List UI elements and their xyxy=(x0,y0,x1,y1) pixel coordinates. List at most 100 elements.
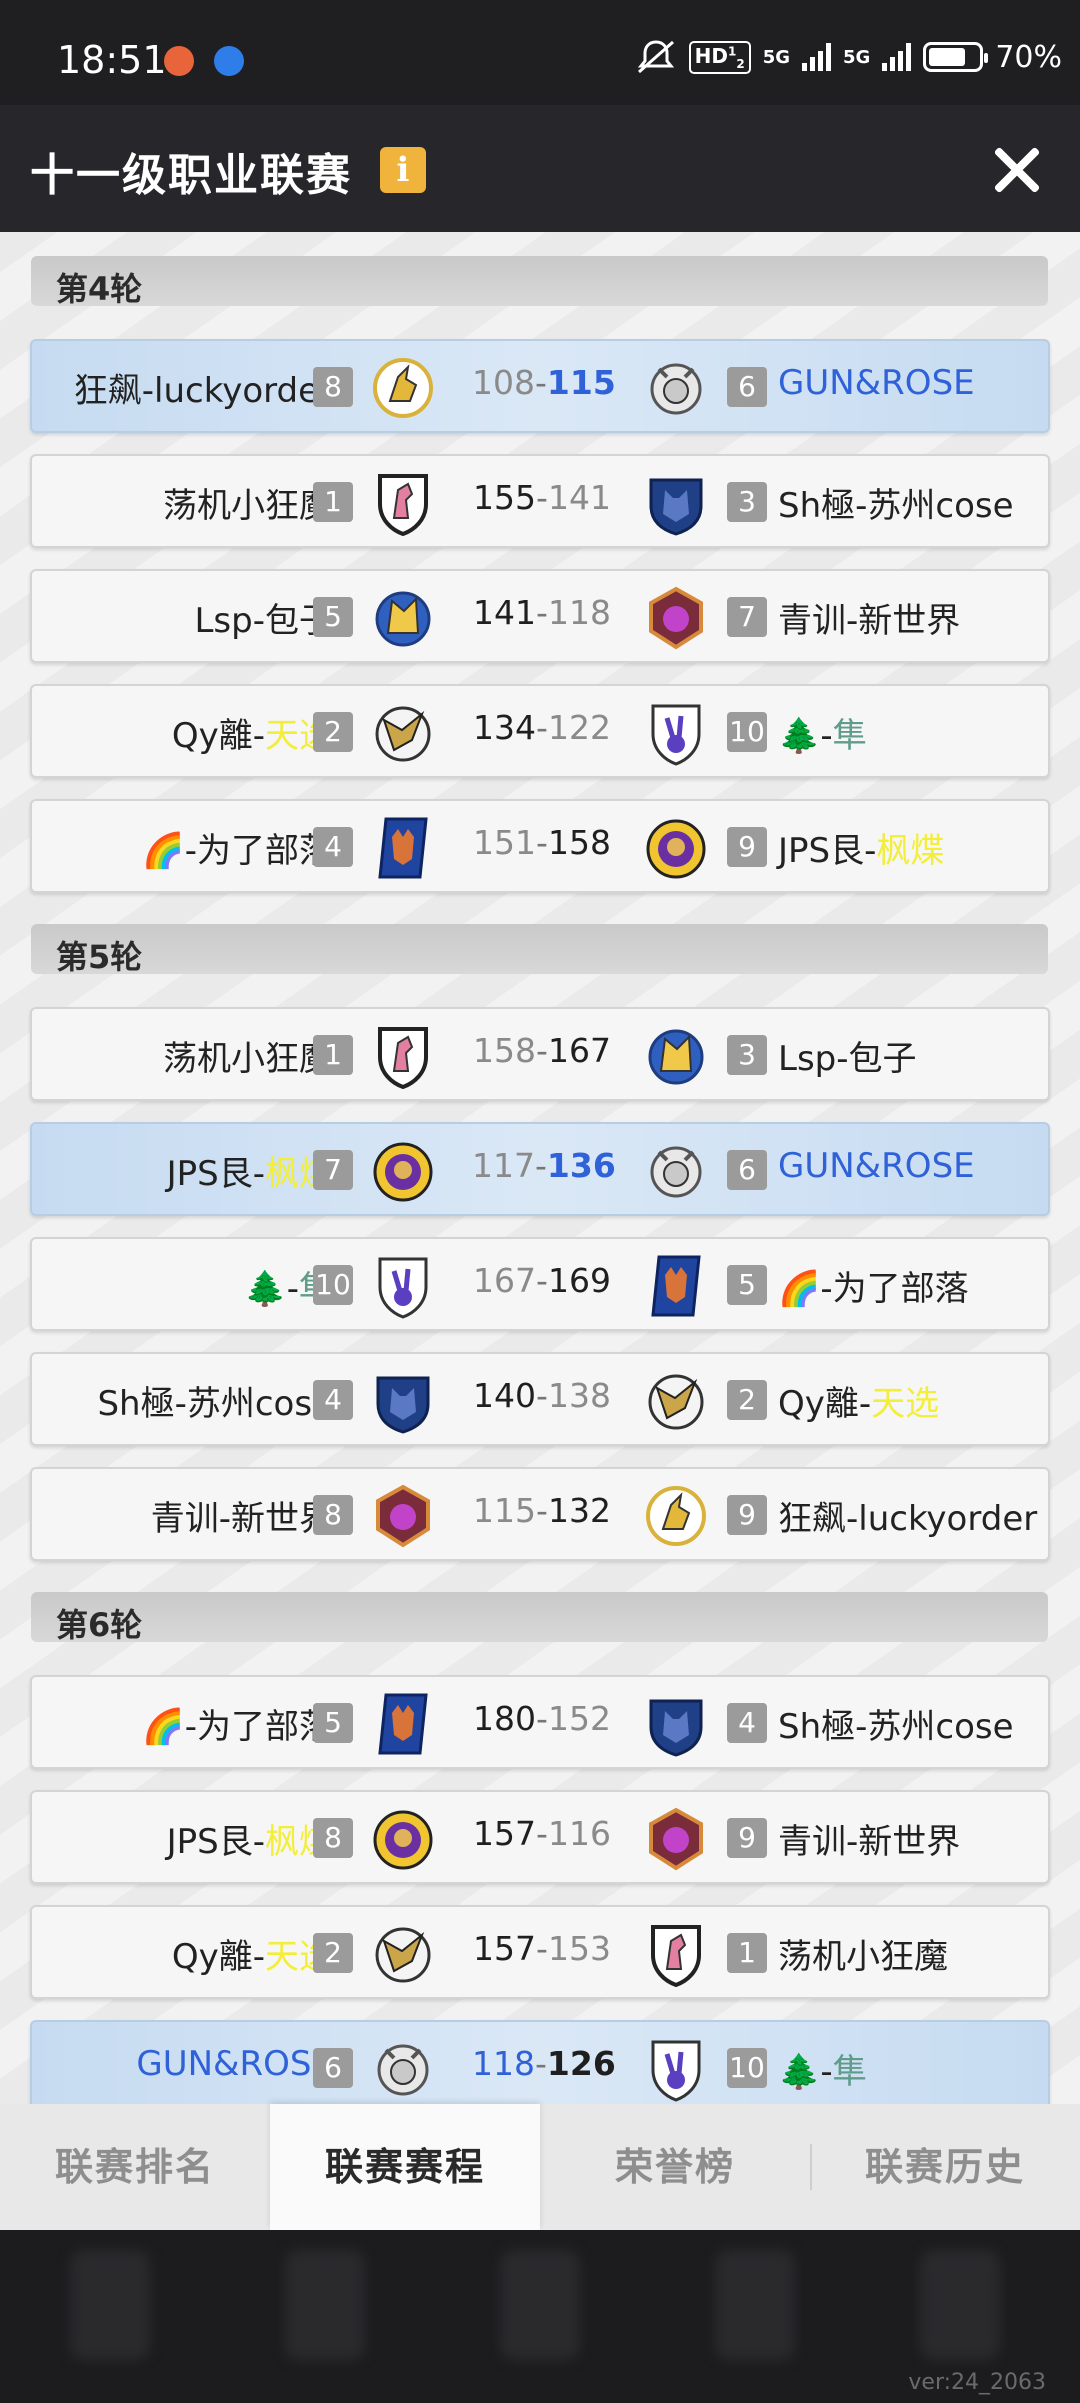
away-team: 🌲-隼 xyxy=(778,2052,867,2092)
home-team: 青训-新世界 xyxy=(150,1499,333,1539)
rabbit-team-logo-icon xyxy=(378,1257,428,1319)
match-row[interactable]: 荡机小狂魔 1 158-167 3 Lsp-包子 xyxy=(30,1007,1050,1101)
rabbit-team-logo-icon xyxy=(651,704,701,766)
home-team: JPS艮-枫煠 xyxy=(166,1822,333,1862)
match-score: 180-152 xyxy=(473,1699,611,1738)
schedule-list[interactable]: 第4轮 狂飙-luckyorder 8 108-115 6 GUN&ROSE 荡… xyxy=(0,232,1080,2104)
away-seed: 2 xyxy=(727,1380,767,1420)
wolf-team-logo-icon xyxy=(649,1699,703,1757)
blurred-nav-icon xyxy=(285,2250,365,2360)
home-seed: 8 xyxy=(313,1818,353,1858)
away-seed: 10 xyxy=(727,2048,767,2088)
page-header: 十一级职业联赛 i xyxy=(0,105,1080,232)
tab-league-schedule[interactable]: 联赛赛程 xyxy=(270,2104,540,2230)
home-seed: 4 xyxy=(313,827,353,867)
crest-team-logo-icon xyxy=(376,1484,430,1548)
away-team: 青训-新世界 xyxy=(778,1822,961,1862)
match-row[interactable]: Lsp-包子 5 141-118 7 青训-新世界 xyxy=(30,569,1050,663)
home-seed: 1 xyxy=(313,1035,353,1075)
blurred-bottom-nav: ver:24_2063 xyxy=(0,2230,1080,2403)
match-score: 155-141 xyxy=(473,478,611,517)
page-title: 十一级职业联赛 xyxy=(30,150,352,201)
warrior-team-logo-icon xyxy=(646,819,706,879)
home-seed: 4 xyxy=(313,1380,353,1420)
match-row[interactable]: 青训-新世界 8 115-132 9 狂飙-luckyorder xyxy=(30,1467,1050,1561)
mute-icon xyxy=(637,40,674,74)
rabbit-team-logo-icon xyxy=(651,2040,701,2102)
away-team: Lsp-包子 xyxy=(778,1039,917,1079)
tab-honor-board[interactable]: 荣誉榜 xyxy=(540,2104,810,2230)
match-row[interactable]: Sh極-苏州cose 4 140-138 2 Qy離-天选 xyxy=(30,1352,1050,1446)
blurred-nav-icon xyxy=(500,2250,580,2360)
battery-level: 70% xyxy=(995,39,1062,75)
unicorn-team-logo-icon xyxy=(373,358,433,418)
match-score: 151-158 xyxy=(473,823,611,862)
tab-league-history[interactable]: 联赛历史 xyxy=(810,2104,1080,2230)
griffin-team-logo-icon xyxy=(375,1927,431,1983)
tab-league-ranking[interactable]: 联赛排名 xyxy=(0,2104,270,2230)
match-row[interactable]: 🌲-隼 10 167-169 5 🌈-为了部落 xyxy=(30,1237,1050,1331)
away-team: Sh極-苏州cose xyxy=(778,1707,1014,1747)
match-row[interactable]: JPS艮-枫煠 8 157-116 9 青训-新世界 xyxy=(30,1790,1050,1884)
away-team: 狂飙-luckyorder xyxy=(778,1499,1038,1539)
away-team: 🌈-为了部落 xyxy=(778,1269,969,1309)
match-score: 108-115 xyxy=(472,363,616,402)
match-row[interactable]: 荡机小狂魔 1 155-141 3 Sh極-苏州cose xyxy=(30,454,1050,548)
home-team: 狂飙-luckyorder xyxy=(73,371,333,411)
home-seed: 6 xyxy=(313,2048,353,2088)
home-seed: 1 xyxy=(313,482,353,522)
match-row[interactable]: Qy離-天选 2 134-122 10 🌲-隼 xyxy=(30,684,1050,778)
close-icon[interactable] xyxy=(992,145,1042,195)
home-seed: 2 xyxy=(313,1933,353,1973)
wolf-team-logo-icon xyxy=(376,1376,430,1434)
home-team: GUN&ROSE xyxy=(136,2044,333,2084)
tab-bar: 联赛排名 联赛赛程 荣誉榜 联赛历史 xyxy=(0,2104,1080,2230)
home-seed: 7 xyxy=(313,1150,353,1190)
home-seed: 8 xyxy=(313,1495,353,1535)
away-team: 🌲-隼 xyxy=(778,716,867,756)
version-label: ver:24_2063 xyxy=(908,2370,1046,2395)
signal-icon xyxy=(882,43,912,71)
home-seed: 8 xyxy=(313,367,353,407)
round-header: 第6轮 xyxy=(31,1592,1048,1644)
match-row[interactable]: 🌈-为了部落 5 180-152 4 Sh極-苏州cose xyxy=(30,1675,1050,1769)
home-team: JPS艮-枫煠 xyxy=(166,1154,333,1194)
away-seed: 4 xyxy=(727,1703,767,1743)
crest-team-logo-icon xyxy=(649,1807,703,1871)
warrior-team-logo-icon xyxy=(373,1142,433,1202)
match-score: 167-169 xyxy=(473,1261,611,1300)
home-team: Sh極-苏州cose xyxy=(97,1384,333,1424)
home-seed: 5 xyxy=(313,597,353,637)
away-seed: 3 xyxy=(727,482,767,522)
match-row[interactable]: 狂飙-luckyorder 8 108-115 6 GUN&ROSE xyxy=(30,339,1050,433)
home-team: Qy離-天选 xyxy=(171,1937,333,1977)
away-team: Sh極-苏州cose xyxy=(778,486,1014,526)
notification-app-icon xyxy=(164,46,194,76)
info-button[interactable]: i xyxy=(380,147,426,193)
round-header: 第5轮 xyxy=(31,924,1048,976)
knight-team-logo-icon xyxy=(651,1925,701,1987)
match-row[interactable]: 🌈-为了部落 4 151-158 9 JPS艮-枫煠 xyxy=(30,799,1050,893)
fox-team-logo-icon xyxy=(651,1255,701,1317)
match-score: 115-132 xyxy=(473,1491,611,1530)
away-seed: 1 xyxy=(727,1933,767,1973)
match-row[interactable]: GUN&ROSE 6 118-126 10 🌲-隼 xyxy=(30,2020,1050,2104)
away-seed: 9 xyxy=(727,1818,767,1858)
match-score: 141-118 xyxy=(473,593,611,632)
match-row[interactable]: JPS艮-枫煠 7 117-136 6 GUN&ROSE xyxy=(30,1122,1050,1216)
knight-team-logo-icon xyxy=(378,474,428,536)
round-header: 第4轮 xyxy=(31,256,1048,308)
match-score: 157-116 xyxy=(473,1814,611,1853)
match-score: 157-153 xyxy=(473,1929,611,1968)
home-team: 🌈-为了部落 xyxy=(142,831,333,871)
away-team: Qy離-天选 xyxy=(778,1384,940,1424)
lion-team-logo-icon xyxy=(377,2044,429,2096)
status-icons: HD12 5G 5G 70% xyxy=(635,38,1062,76)
match-row[interactable]: Qy離-天选 2 157-153 1 荡机小狂魔 xyxy=(30,1905,1050,1999)
blurred-nav-icon xyxy=(70,2250,150,2360)
wolf-team-logo-icon xyxy=(649,478,703,536)
blurred-nav-icon xyxy=(920,2250,1000,2360)
match-score: 134-122 xyxy=(473,708,611,747)
away-seed: 5 xyxy=(727,1265,767,1305)
warrior-team-logo-icon xyxy=(373,1810,433,1870)
